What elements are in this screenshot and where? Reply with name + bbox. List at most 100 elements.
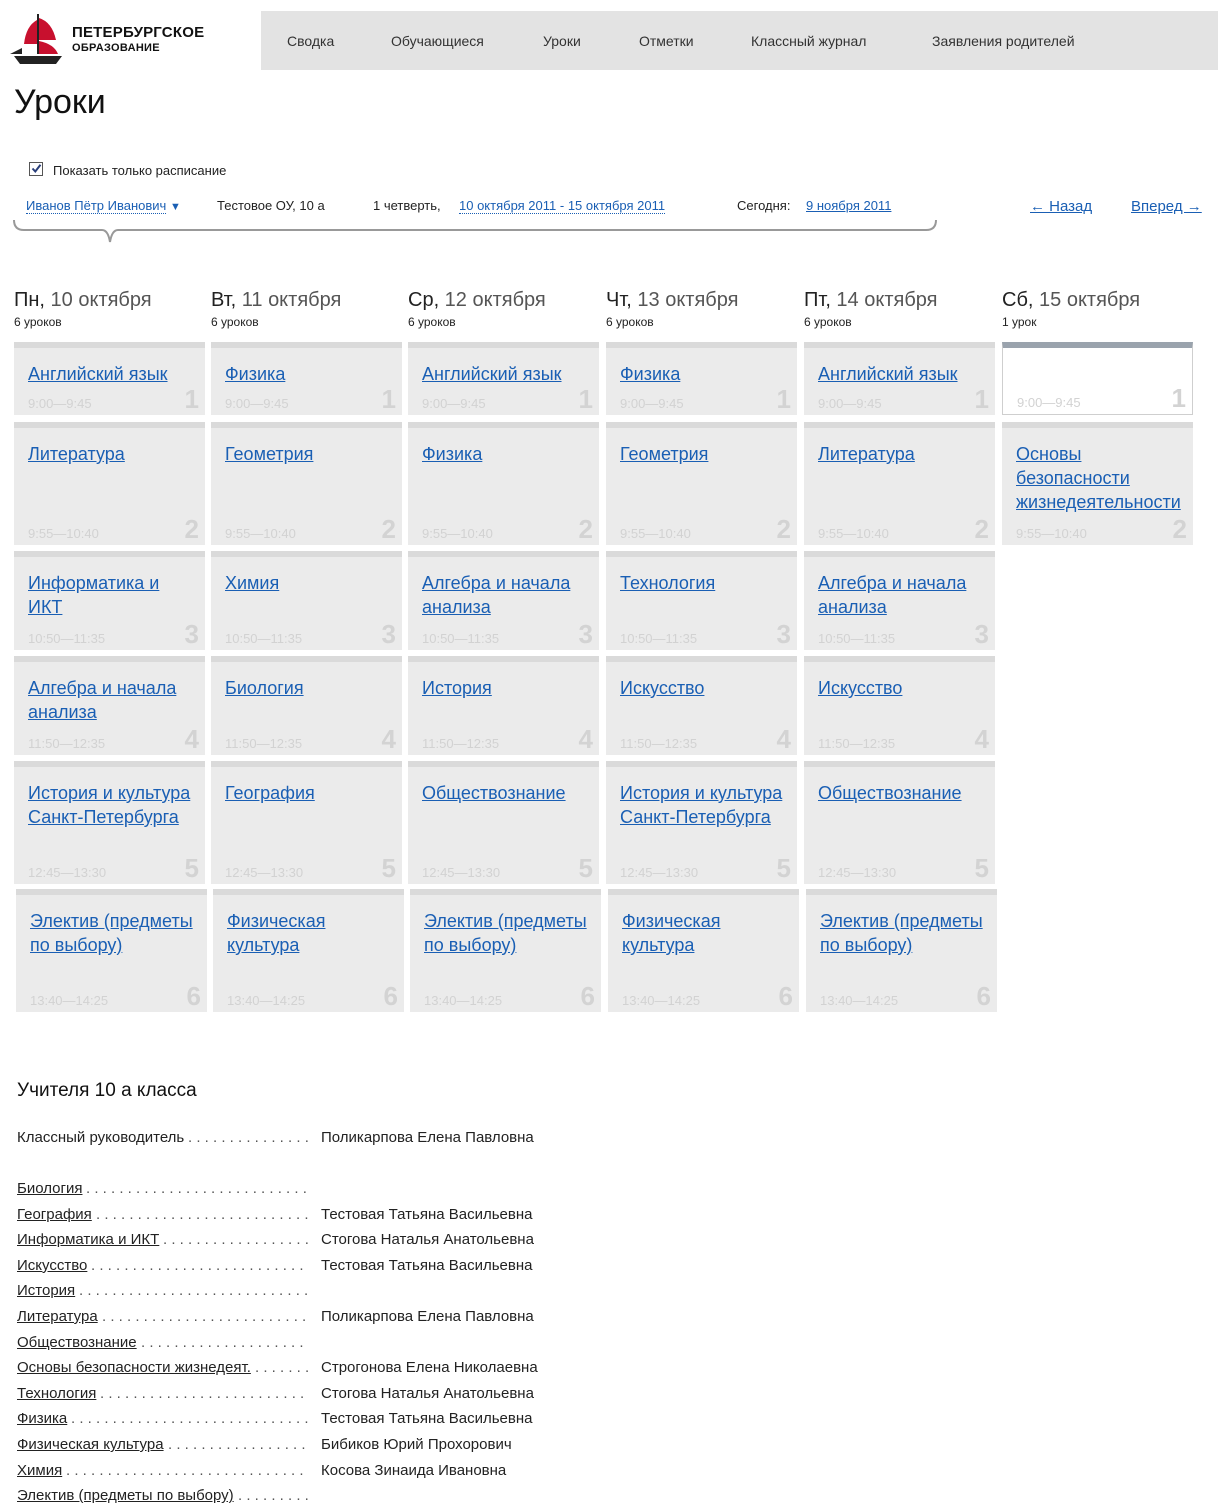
- nav-summary[interactable]: Сводка: [287, 33, 334, 49]
- lesson-subject-link[interactable]: Технология: [620, 571, 789, 595]
- lesson-cell[interactable]: Физическая культура 13:40—14:25 6: [213, 889, 404, 1012]
- lesson-time: 12:45—13:30: [28, 865, 107, 880]
- lesson-cell[interactable]: 9:00—9:45 1: [1002, 342, 1193, 415]
- lesson-subject-link[interactable]: Искусство: [818, 676, 987, 700]
- subject-link[interactable]: Физическая культура: [17, 1436, 164, 1453]
- lesson-cell[interactable]: Геометрия 9:55—10:40 2: [606, 422, 797, 545]
- lesson-cell[interactable]: Физика 9:00—9:45 1: [606, 342, 797, 415]
- lesson-subject-link[interactable]: Физика: [620, 362, 789, 386]
- lesson-subject-link[interactable]: Физическая культура: [227, 909, 396, 957]
- lesson-cell[interactable]: Химия 10:50—11:35 3: [211, 551, 402, 650]
- lesson-subject-link[interactable]: Физическая культура: [622, 909, 791, 957]
- lesson-subject-link[interactable]: Электив (предметы по выбору): [30, 909, 199, 957]
- lesson-subject-link[interactable]: История и культура Санкт-Петербурга: [28, 781, 197, 829]
- lesson-cell[interactable]: Английский язык 9:00—9:45 1: [804, 342, 995, 415]
- forward-link[interactable]: Вперед →: [1131, 198, 1202, 215]
- lesson-cell[interactable]: Технология 10:50—11:35 3: [606, 551, 797, 650]
- lesson-cell[interactable]: Электив (предметы по выбору) 13:40—14:25 6: [806, 889, 997, 1012]
- lesson-cell[interactable]: Алгебра и начала анализа 10:50—11:35 3: [804, 551, 995, 650]
- lesson-subject-link[interactable]: История и культура Санкт-Петербурга: [620, 781, 789, 829]
- lesson-subject-link[interactable]: Алгебра и начала анализа: [422, 571, 591, 619]
- subject-link[interactable]: Технология: [17, 1385, 96, 1402]
- lesson-subject-link[interactable]: История: [422, 676, 591, 700]
- nav-class-journal[interactable]: Классный журнал: [751, 33, 866, 49]
- lesson-cell[interactable]: История и культура Санкт-Петербурга 12:45…: [606, 761, 797, 884]
- lesson-cell[interactable]: Электив (предметы по выбору) 13:40—14:25 6: [16, 889, 207, 1012]
- subject-link[interactable]: Физика: [17, 1410, 67, 1427]
- lesson-subject-link[interactable]: Искусство: [620, 676, 789, 700]
- lesson-subject-link[interactable]: Электив (предметы по выбору): [424, 909, 593, 957]
- lesson-subject-link[interactable]: Алгебра и начала анализа: [28, 676, 197, 724]
- lesson-cell[interactable]: Физическая культура 13:40—14:25 6: [608, 889, 799, 1012]
- lesson-subject-link[interactable]: Литература: [818, 442, 987, 466]
- lesson-subject-link[interactable]: Основы безопасности жизнедеятельности: [1016, 442, 1185, 514]
- lesson-cell[interactable]: Обществознание 12:45—13:30 5: [408, 761, 599, 884]
- lesson-subject-link[interactable]: Обществознание: [818, 781, 987, 805]
- lesson-cell[interactable]: Английский язык 9:00—9:45 1: [408, 342, 599, 415]
- lesson-subject-link[interactable]: Литература: [28, 442, 197, 466]
- lesson-cell[interactable]: История 11:50—12:35 4: [408, 656, 599, 755]
- subject-link[interactable]: География: [17, 1206, 92, 1223]
- checkbox-label[interactable]: Показать только расписание: [53, 163, 226, 178]
- lesson-number: 6: [976, 981, 991, 1011]
- period-link[interactable]: 10 октября 2011 - 15 октября 2011: [459, 198, 666, 214]
- person-selector[interactable]: Иванов Пётр Иванович ▼: [26, 198, 181, 214]
- subject-link[interactable]: Биология: [17, 1180, 82, 1197]
- subject-link[interactable]: Электив (предметы по выбору): [17, 1487, 234, 1504]
- lesson-subject-link[interactable]: Электив (предметы по выбору): [820, 909, 989, 957]
- lesson-subject-link[interactable]: Химия: [225, 571, 394, 595]
- subject-link[interactable]: Информатика и ИКТ: [17, 1231, 159, 1248]
- lesson-cell[interactable]: Информатика и ИКТ 10:50—11:35 3: [14, 551, 205, 650]
- lesson-subject-link[interactable]: Физика: [422, 442, 591, 466]
- subject-link[interactable]: Основы безопасности жизнедеят.: [17, 1359, 251, 1376]
- lesson-subject-link[interactable]: Алгебра и начала анализа: [818, 571, 987, 619]
- lesson-cell[interactable]: Алгебра и начала анализа 11:50—12:35 4: [14, 656, 205, 755]
- lesson-cell[interactable]: География 12:45—13:30 5: [211, 761, 402, 884]
- nav-marks[interactable]: Отметки: [639, 33, 694, 49]
- subject-link[interactable]: Обществознание: [17, 1334, 137, 1351]
- subject-link[interactable]: Химия: [17, 1462, 62, 1479]
- lesson-cell[interactable]: История и культура Санкт-Петербурга 12:45…: [14, 761, 205, 884]
- teacher-row: Химия. . . . . . . . . . . . . . . . . .…: [17, 1462, 617, 1480]
- lesson-subject-link[interactable]: Английский язык: [28, 362, 197, 386]
- nav-parent-requests[interactable]: Заявления родителей: [932, 33, 1075, 49]
- lesson-cell[interactable]: Алгебра и начала анализа 10:50—11:35 3: [408, 551, 599, 650]
- lesson-cell[interactable]: Искусство 11:50—12:35 4: [804, 656, 995, 755]
- lesson-cell[interactable]: Английский язык 9:00—9:45 1: [14, 342, 205, 415]
- back-link[interactable]: ← Назад: [1030, 198, 1092, 215]
- lesson-cell[interactable]: Физика 9:55—10:40 2: [408, 422, 599, 545]
- lesson-subject-link[interactable]: Информатика и ИКТ: [28, 571, 197, 619]
- lesson-subject-link[interactable]: География: [225, 781, 394, 805]
- person-name[interactable]: Иванов Пётр Иванович: [26, 198, 167, 214]
- lesson-subject-link[interactable]: Английский язык: [422, 362, 591, 386]
- lesson-subject-link[interactable]: Физика: [225, 362, 394, 386]
- schedule-only-checkbox[interactable]: [29, 162, 43, 176]
- dropdown-arrow-icon[interactable]: ▼: [170, 201, 181, 213]
- subject-link[interactable]: Литература: [17, 1308, 98, 1325]
- lesson-subject-link[interactable]: Обществознание: [422, 781, 591, 805]
- lesson-subject-link[interactable]: Геометрия: [225, 442, 394, 466]
- lesson-subject-link[interactable]: Биология: [225, 676, 394, 700]
- today-link[interactable]: 9 ноября 2011: [806, 198, 891, 213]
- nav-lessons[interactable]: Уроки: [543, 33, 581, 49]
- lesson-cell[interactable]: Обществознание 12:45—13:30 5: [804, 761, 995, 884]
- nav-students[interactable]: Обучающиеся: [391, 33, 484, 49]
- lesson-cell[interactable]: Физика 9:00—9:45 1: [211, 342, 402, 415]
- subject-link[interactable]: Искусство: [17, 1257, 87, 1274]
- dot-leader: . . . . . . . . . . . . . . . . . . . . …: [66, 1461, 304, 1479]
- subject-link[interactable]: История: [17, 1282, 75, 1299]
- lesson-cell[interactable]: Искусство 11:50—12:35 4: [606, 656, 797, 755]
- dot-leader: . . . . . . . . . . . . . . . . . . . . …: [91, 1256, 304, 1274]
- main-nav: Сводка Обучающиеся Уроки Отметки Классны…: [261, 11, 1218, 70]
- logo[interactable]: ПЕТЕРБУРГСКОЕ ОБРАЗОВАНИЕ: [8, 10, 248, 70]
- lesson-cell[interactable]: Литература 9:55—10:40 2: [804, 422, 995, 545]
- lesson-cell[interactable]: Геометрия 9:55—10:40 2: [211, 422, 402, 545]
- dot-leader: . . . . . . . . . . . . . . . . . . . . …: [100, 1384, 305, 1402]
- lesson-subject-link[interactable]: Геометрия: [620, 442, 789, 466]
- lesson-cell[interactable]: Основы безопасности жизнедеятельности 9:5…: [1002, 422, 1193, 545]
- lesson-cell[interactable]: Литература 9:55—10:40 2: [14, 422, 205, 545]
- lesson-cell[interactable]: Биология 11:50—12:35 4: [211, 656, 402, 755]
- lesson-number: 6: [383, 981, 398, 1011]
- lesson-subject-link[interactable]: Английский язык: [818, 362, 987, 386]
- lesson-cell[interactable]: Электив (предметы по выбору) 13:40—14:25 6: [410, 889, 601, 1012]
